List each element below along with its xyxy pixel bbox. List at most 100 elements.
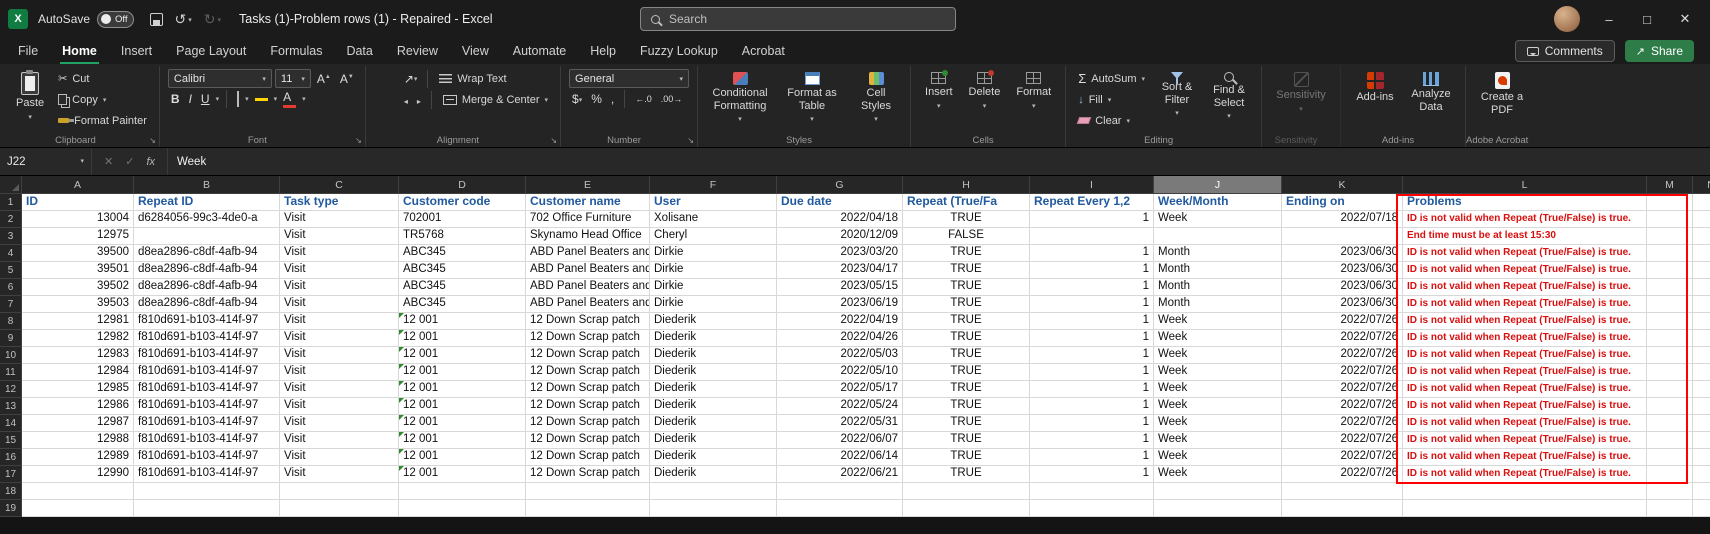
cell-I5[interactable]: 1 [1030,262,1154,279]
cell-D10[interactable]: 12 001 [399,347,526,364]
cell-A5[interactable]: 39501 [22,262,134,279]
cell-J10[interactable]: Week [1154,347,1282,364]
cell-D8[interactable]: 12 001 [399,313,526,330]
cell-C19[interactable] [280,500,399,517]
cell-I19[interactable] [1030,500,1154,517]
clear-button[interactable]: Clear [1074,111,1149,130]
row-header-7[interactable]: 7 [0,296,22,313]
cell-M1[interactable] [1647,194,1693,211]
row-header-2[interactable]: 2 [0,211,22,228]
cell-L12[interactable]: ID is not valid when Repeat (True/False)… [1403,381,1647,398]
cell-C3[interactable]: Visit [280,228,399,245]
avatar[interactable] [1554,6,1580,32]
cell-L6[interactable]: ID is not valid when Repeat (True/False)… [1403,279,1647,296]
cell-F15[interactable]: Diederik [650,432,777,449]
cell-F6[interactable]: Dirkie [650,279,777,296]
cell-G14[interactable]: 2022/05/31 [777,415,903,432]
cell-C9[interactable]: Visit [280,330,399,347]
cell-M11[interactable] [1647,364,1693,381]
cell-H17[interactable]: TRUE [903,466,1030,483]
redo-button[interactable]: ↻ [204,11,221,28]
analyze-data-button[interactable]: Analyze Data [1405,69,1457,116]
col-header-A[interactable]: A [22,176,134,194]
row-header-11[interactable]: 11 [0,364,22,381]
cell-M9[interactable] [1647,330,1693,347]
cell-B9[interactable]: f810d691-b103-414f-97 [134,330,280,347]
cell-K1[interactable]: Ending on [1282,194,1403,211]
cell-C4[interactable]: Visit [280,245,399,262]
cell-A6[interactable]: 39502 [22,279,134,296]
chevron-down-icon[interactable] [245,90,249,108]
sensitivity-button[interactable]: Sensitivity [1270,69,1332,119]
paste-button[interactable]: Paste [10,69,50,127]
cell-L17[interactable]: ID is not valid when Repeat (True/False)… [1403,466,1647,483]
cell-E9[interactable]: 12 Down Scrap patch [526,330,650,347]
cell-K4[interactable]: 2023/06/30 [1282,245,1403,262]
close-button[interactable]: ✕ [1676,11,1694,27]
cell-B14[interactable]: f810d691-b103-414f-97 [134,415,280,432]
cell-F2[interactable]: Xolisane [650,211,777,228]
cell-F4[interactable]: Dirkie [650,245,777,262]
cell-M10[interactable] [1647,347,1693,364]
cell-G9[interactable]: 2022/04/26 [777,330,903,347]
cell-B5[interactable]: d8ea2896-c8df-4afb-94 [134,262,280,279]
cell-H6[interactable]: TRUE [903,279,1030,296]
row-header-18[interactable]: 18 [0,483,22,500]
cell-J9[interactable]: Week [1154,330,1282,347]
cell-F5[interactable]: Dirkie [650,262,777,279]
cell-E17[interactable]: 12 Down Scrap patch [526,466,650,483]
autosave-toggle[interactable]: Off [97,11,134,28]
font-color-button[interactable]: A [280,90,299,108]
cell-F14[interactable]: Diederik [650,415,777,432]
cell-K7[interactable]: 2023/06/30 [1282,296,1403,313]
cell-F1[interactable]: User [650,194,777,211]
cell-C8[interactable]: Visit [280,313,399,330]
col-header-B[interactable]: B [134,176,280,194]
cell-D2[interactable]: 702001 [399,211,526,228]
cell-I1[interactable]: Repeat Every 1,2 [1030,194,1154,211]
cell-K19[interactable] [1282,500,1403,517]
cell-H11[interactable]: TRUE [903,364,1030,381]
cell-C6[interactable]: Visit [280,279,399,296]
cell-H4[interactable]: TRUE [903,245,1030,262]
cell-C15[interactable]: Visit [280,432,399,449]
cell-D15[interactable]: 12 001 [399,432,526,449]
clipboard-dialog-launcher[interactable]: ↘ [149,137,156,145]
cell-N10[interactable] [1693,347,1710,364]
cell-B6[interactable]: d8ea2896-c8df-4afb-94 [134,279,280,296]
cell-F16[interactable]: Diederik [650,449,777,466]
cell-A18[interactable] [22,483,134,500]
cell-M5[interactable] [1647,262,1693,279]
cell-D7[interactable]: ABC345 [399,296,526,313]
cell-L9[interactable]: ID is not valid when Repeat (True/False)… [1403,330,1647,347]
underline-button[interactable]: U [198,92,213,106]
cell-H12[interactable]: TRUE [903,381,1030,398]
cell-I6[interactable]: 1 [1030,279,1154,296]
col-header-N[interactable]: N [1693,176,1710,194]
cell-G12[interactable]: 2022/05/17 [777,381,903,398]
cell-C10[interactable]: Visit [280,347,399,364]
cell-G1[interactable]: Due date [777,194,903,211]
cell-J1[interactable]: Week/Month [1154,194,1282,211]
cell-J7[interactable]: Month [1154,296,1282,313]
cell-I11[interactable]: 1 [1030,364,1154,381]
row-header-16[interactable]: 16 [0,449,22,466]
increase-indent-button[interactable]: ▸ [414,93,424,107]
cell-H13[interactable]: TRUE [903,398,1030,415]
cell-J16[interactable]: Week [1154,449,1282,466]
cell-J17[interactable]: Week [1154,466,1282,483]
percent-style-button[interactable]: % [588,92,605,106]
cell-N5[interactable] [1693,262,1710,279]
alignment-dialog-launcher[interactable]: ↘ [550,137,557,145]
cell-D1[interactable]: Customer code [399,194,526,211]
font-name-select[interactable]: Calibri [168,69,272,88]
cell-M18[interactable] [1647,483,1693,500]
cell-G13[interactable]: 2022/05/24 [777,398,903,415]
col-header-D[interactable]: D [399,176,526,194]
cell-L13[interactable]: ID is not valid when Repeat (True/False)… [1403,398,1647,415]
tab-home[interactable]: Home [50,38,109,64]
cell-J11[interactable]: Week [1154,364,1282,381]
conditional-formatting-button[interactable]: Conditional Formatting [706,69,774,130]
tab-file[interactable]: File [6,38,50,64]
row-header-5[interactable]: 5 [0,262,22,279]
